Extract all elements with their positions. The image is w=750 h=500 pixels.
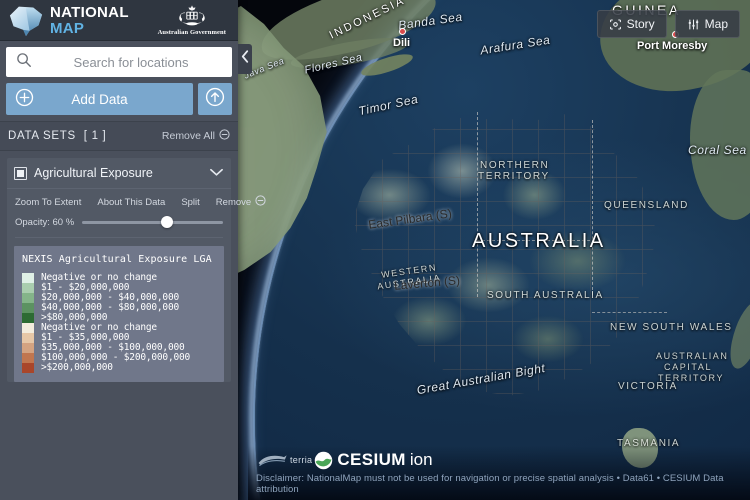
gov-label: Australian Government xyxy=(157,29,226,36)
opacity-slider-track xyxy=(82,220,223,224)
brand-wordmark[interactable]: NATIONAL MAP xyxy=(50,5,129,36)
attribution-bar: terria CESIUM ion Disclaimer: NationalMa… xyxy=(248,446,750,500)
legend-swatches xyxy=(22,273,34,373)
state-border-sa-nt xyxy=(477,240,595,241)
story-icon xyxy=(609,18,622,31)
layer-title[interactable]: Agricultural Exposure xyxy=(34,166,203,180)
zoom-to-extent-action[interactable]: Zoom To Extent xyxy=(15,197,81,208)
legend-swatch xyxy=(22,293,34,303)
brand-line1: NATIONAL xyxy=(50,3,129,21)
plus-circle-icon xyxy=(15,88,34,110)
cesium-ion-label: ion xyxy=(409,450,433,469)
australia-logo-icon[interactable] xyxy=(6,3,46,37)
map-button-label: Map xyxy=(704,17,728,31)
state-border-nsw-vic xyxy=(592,312,667,313)
split-action[interactable]: Split xyxy=(181,197,199,208)
legend-swatch xyxy=(22,343,34,353)
about-this-data-action[interactable]: About This Data xyxy=(97,197,165,208)
upload-button[interactable] xyxy=(198,83,232,115)
legend-swatch xyxy=(22,303,34,313)
datasets-header: DATA SETS [ 1 ] Remove All xyxy=(0,121,238,151)
opacity-row: Opacity: 60 % xyxy=(7,211,231,237)
opacity-slider-thumb[interactable] xyxy=(160,216,173,228)
chevron-down-icon[interactable] xyxy=(210,164,223,182)
brand-bar: NATIONAL MAP Australian Government xyxy=(0,0,238,41)
add-data-button[interactable]: Add Data xyxy=(6,83,193,115)
search-icon xyxy=(16,52,32,73)
legend-swatch xyxy=(22,363,34,373)
layer-legend: NEXIS Agricultural Exposure LGA Negative… xyxy=(14,246,224,382)
legend-swatch xyxy=(22,283,34,293)
add-data-label: Add Data xyxy=(71,91,128,107)
minus-circle-icon xyxy=(255,195,266,209)
legend-swatch xyxy=(22,353,34,363)
terria-logo-icon xyxy=(256,452,290,469)
terria-label: terria xyxy=(290,455,313,465)
datasets-count: [ 1 ] xyxy=(83,130,107,142)
legend-swatch xyxy=(22,323,34,333)
layer-actions: Zoom To Extent About This Data Split Rem… xyxy=(7,189,266,211)
disclaimer-text[interactable]: Disclaimer: NationalMap must not be used… xyxy=(256,473,750,495)
collapse-sidebar[interactable] xyxy=(238,44,252,74)
map-settings-icon xyxy=(687,18,700,31)
layer-visibility-checkbox[interactable] xyxy=(14,166,27,180)
brand-line2: MAP xyxy=(50,19,85,37)
state-border-nt-wa xyxy=(477,112,478,297)
search-box[interactable] xyxy=(6,47,232,77)
nationalmap-app: Banda Sea Arafura Sea Flores Sea Java Sea Ti… xyxy=(0,0,750,500)
remove-all-label: Remove All xyxy=(161,130,215,142)
sidebar: NATIONAL MAP Australian Government Searc… xyxy=(0,0,266,500)
remove-all-button[interactable]: Remove All xyxy=(162,129,230,143)
legend-swatch xyxy=(22,273,34,283)
legend-entry-label: >$200,000,000 xyxy=(41,362,113,373)
story-button-label: Story xyxy=(626,17,655,31)
state-border-qld xyxy=(592,120,593,295)
cesium-wordmark: CESIUM xyxy=(337,450,406,469)
legend-swatch xyxy=(22,333,34,343)
legend-swatch xyxy=(22,313,34,323)
datasets-title-group: DATA SETS [ 1 ] xyxy=(8,130,106,142)
layer-card: Agricultural Exposure Zoom To Extent Abo… xyxy=(7,158,266,382)
remove-layer-label: Remove xyxy=(215,196,252,208)
legend-title: NEXIS Agricultural Exposure LGA xyxy=(22,254,212,265)
minus-circle-icon xyxy=(219,129,230,143)
cesium-logo[interactable]: CESIUM ion xyxy=(314,450,433,470)
search-input[interactable] xyxy=(40,54,222,70)
divider xyxy=(15,237,223,238)
map-button[interactable]: Map xyxy=(674,10,740,38)
datasets-title: DATA SETS xyxy=(8,130,76,142)
opacity-slider[interactable] xyxy=(82,215,223,229)
legend-labels: Negative or no change $1 - $20,000,000 $20… xyxy=(41,273,190,373)
australian-coat-of-arms-icon xyxy=(179,5,205,26)
gov-branding: Australian Government xyxy=(158,4,232,36)
search-area xyxy=(0,41,238,77)
layer-header: Agricultural Exposure xyxy=(7,158,231,189)
upload-circle-icon xyxy=(205,87,225,112)
legend-rows: Negative or no change $1 - $20,000,000 $20… xyxy=(22,273,217,373)
city-marker[interactable] xyxy=(399,28,406,35)
story-button[interactable]: Story xyxy=(596,10,667,38)
datasets-body: Agricultural Exposure Zoom To Extent Abo… xyxy=(0,151,266,382)
add-data-row: Add Data xyxy=(0,77,238,121)
chevron-left-icon xyxy=(241,50,249,68)
opacity-label: Opacity: 60 % xyxy=(15,216,75,228)
cesium-globe-icon xyxy=(315,451,333,469)
map-controls: Story Map xyxy=(596,10,740,38)
remove-layer-action[interactable]: Remove xyxy=(216,195,266,209)
